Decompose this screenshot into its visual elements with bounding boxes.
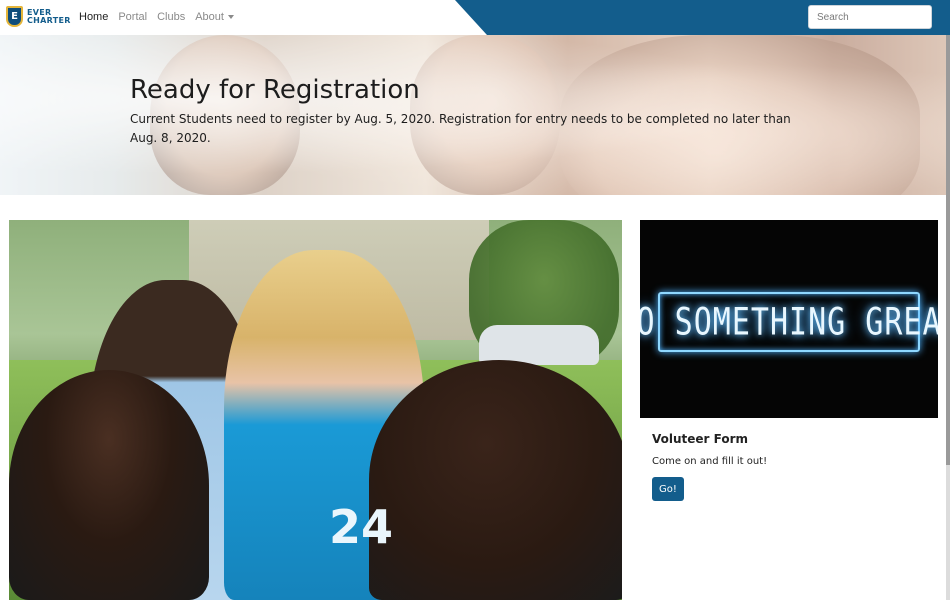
brand-line-2: CHARTER [27, 15, 71, 25]
hero-subtitle: Current Students need to register by Aug… [130, 112, 791, 145]
photo-car [479, 325, 599, 365]
nav-about-dropdown[interactable]: About [195, 11, 234, 23]
card-body: Voluteer Form Come on and fill it out! G… [652, 432, 922, 501]
card-image: DO SOMETHING GREAT [640, 220, 938, 418]
caret-down-icon [227, 15, 234, 20]
hero-title: Ready for Registration [130, 75, 420, 105]
card-text: Come on and fill it out! [652, 456, 768, 467]
nav-portal-link[interactable]: Portal [118, 11, 147, 23]
neon-sign: DO SOMETHING GREAT [640, 292, 938, 352]
nav-about-label: About [195, 11, 224, 23]
neon-sign-text: DO SOMETHING GREAT [640, 300, 938, 344]
search-input[interactable] [808, 5, 932, 29]
scrollbar-thumb[interactable] [946, 35, 950, 465]
shield-icon: E [6, 6, 23, 27]
page-scrollbar[interactable] [946, 35, 950, 600]
nav-clubs-link[interactable]: Clubs [157, 11, 185, 23]
main-nav: Home Portal Clubs About [79, 11, 234, 23]
volunteer-card: DO SOMETHING GREAT Voluteer Form Come on… [640, 220, 938, 600]
top-navbar: E EVER CHARTER Home Portal Clubs About [0, 0, 950, 35]
photo-person-left [9, 370, 209, 600]
card-title: Voluteer Form [652, 432, 749, 446]
photo-person-right [369, 360, 622, 600]
brand-logo[interactable]: E EVER CHARTER [6, 6, 71, 27]
nav-home-link[interactable]: Home [79, 11, 108, 23]
photo-shirt-number: 24 [329, 500, 394, 554]
go-button[interactable]: Go! [652, 477, 684, 501]
feature-photo: 24 [9, 220, 622, 600]
brand-wordmark: EVER CHARTER [27, 8, 71, 25]
hero-banner: Ready for Registration Current Students … [0, 35, 946, 195]
